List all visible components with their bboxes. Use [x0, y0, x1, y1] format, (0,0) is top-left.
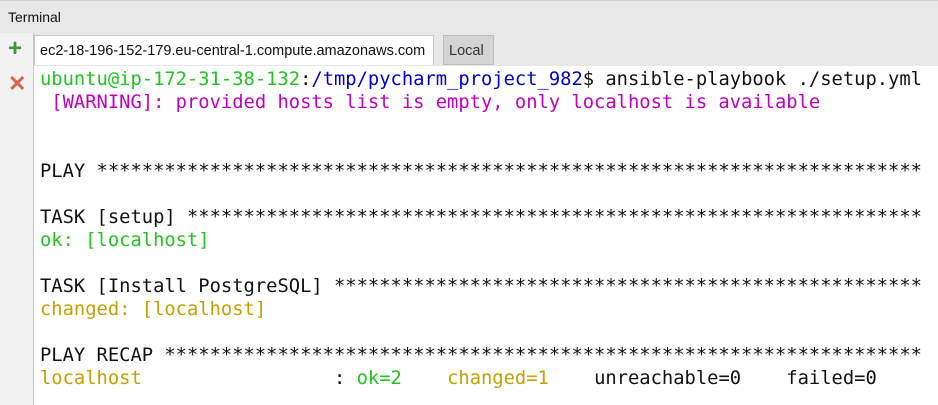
prompt-path: /tmp/pycharm_project_982: [311, 69, 583, 90]
tool-window-header: Terminal: [0, 0, 938, 33]
recap-ok: ok=2: [356, 368, 402, 389]
task-install-header: TASK [Install PostgreSQL] **************…: [40, 276, 922, 297]
recap-unreachable: unreachable=0: [594, 368, 742, 389]
new-session-plus-icon[interactable]: +: [8, 37, 22, 61]
recap-colon: :: [141, 368, 357, 389]
tab-remote-session[interactable]: ec2-18-196-152-179.eu-central-1.compute.…: [34, 35, 434, 65]
play-recap-header: PLAY RECAP *****************************…: [40, 345, 922, 366]
tab-local[interactable]: Local: [443, 35, 494, 65]
close-session-icon[interactable]: ✕: [8, 73, 26, 95]
recap-failed: failed=0: [786, 368, 877, 389]
prompt-separator: :: [300, 69, 312, 90]
task-setup-header: TASK [setup] ***************************…: [40, 207, 922, 228]
terminal-output[interactable]: ubuntu@ip-172-31-38-132:/tmp/pycharm_pro…: [40, 68, 922, 390]
recap-changed: changed=1: [447, 368, 549, 389]
task-install-result: changed: [localhost]: [40, 299, 267, 320]
prompt-command: $ ansible-playbook ./setup.yml: [582, 69, 922, 90]
window-title: Terminal: [8, 9, 61, 25]
session-tabs: ec2-18-196-152-179.eu-central-1.compute.…: [34, 33, 938, 66]
play-header: PLAY ***********************************…: [40, 161, 922, 182]
terminal-toolbar: + ✕: [0, 33, 34, 405]
recap-host: localhost: [40, 368, 142, 389]
warning-line: [WARNING]: provided hosts list is empty,…: [40, 92, 821, 113]
prompt-user: ubuntu@ip-172-31-38-132: [40, 69, 301, 90]
task-setup-result: ok: [localhost]: [40, 230, 210, 251]
